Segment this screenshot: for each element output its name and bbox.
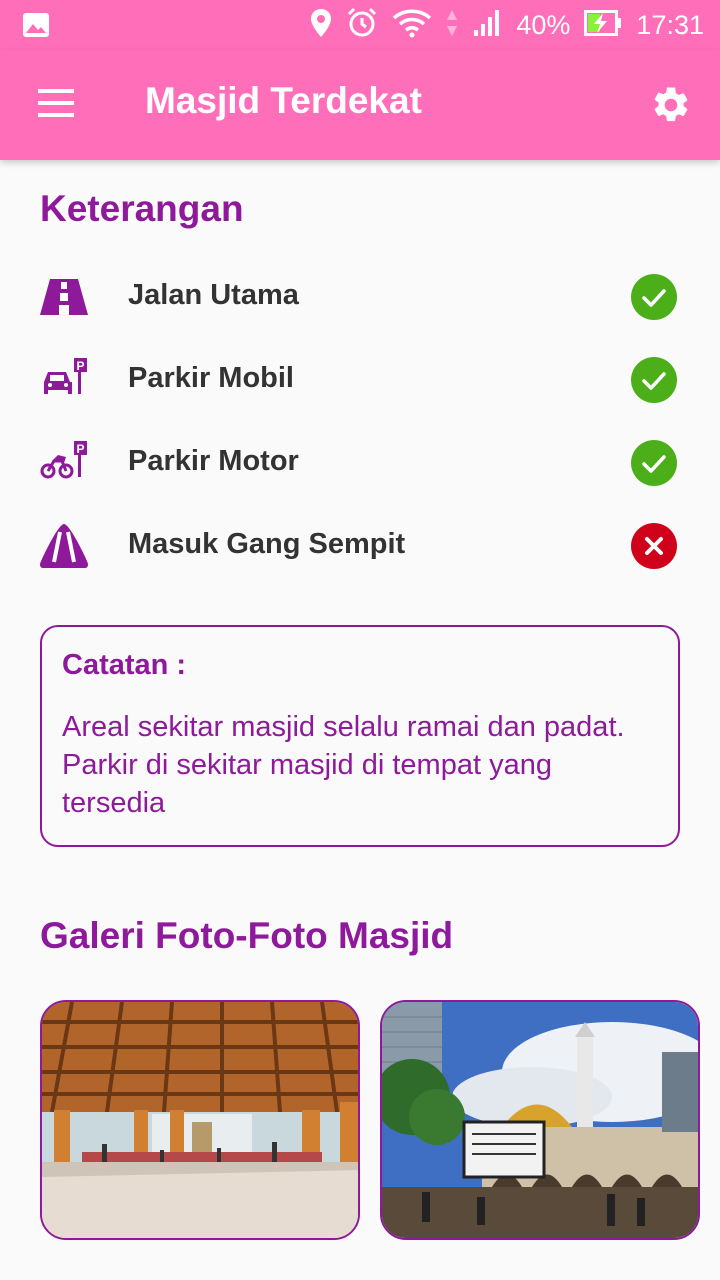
feature-row-motorcycle-parking: P Parkir Motor xyxy=(0,427,720,497)
note-title: Catatan : xyxy=(62,649,187,681)
svg-text:P: P xyxy=(76,442,84,456)
info-heading: Keterangan xyxy=(40,188,244,229)
cross-icon xyxy=(631,523,677,569)
hamburger-menu-icon[interactable] xyxy=(36,86,76,122)
mosque-exterior-photo[interactable] xyxy=(380,1000,700,1240)
narrow-road-icon xyxy=(40,522,88,570)
signal-icon xyxy=(472,8,502,43)
gallery-heading: Galeri Foto-Foto Masjid xyxy=(40,915,454,956)
main-road-icon xyxy=(40,273,88,321)
location-icon xyxy=(310,8,332,43)
check-icon xyxy=(631,357,677,403)
feature-row-main-road: Jalan Utama xyxy=(0,261,720,331)
check-icon xyxy=(631,440,677,486)
feature-label: Masuk Gang Sempit xyxy=(128,528,406,560)
status-bar: 40% 17:31 xyxy=(0,0,720,50)
app-bar: Masjid Terdekat xyxy=(0,50,720,160)
feature-label: Parkir Mobil xyxy=(128,362,294,394)
check-icon xyxy=(631,274,677,320)
content: Keterangan Jalan Utama P Parkir Mobil P … xyxy=(0,160,720,1280)
motorcycle-parking-icon: P xyxy=(40,439,88,487)
gallery-notification-icon xyxy=(22,12,50,43)
gear-icon[interactable] xyxy=(650,84,692,126)
clock: 17:31 xyxy=(636,9,704,40)
feature-label: Jalan Utama xyxy=(128,279,299,311)
alarm-icon xyxy=(346,7,378,44)
note-card: Catatan : Areal sekitar masjid selalu ra… xyxy=(40,625,680,847)
battery-percentage: 40% xyxy=(516,9,571,40)
feature-row-narrow-road: Masuk Gang Sempit xyxy=(0,510,720,580)
car-parking-icon: P xyxy=(40,356,88,404)
data-transfer-icon xyxy=(446,8,458,43)
mosque-interior-photo[interactable] xyxy=(40,1000,360,1240)
page-title: Masjid Terdekat xyxy=(145,80,422,121)
feature-row-car-parking: P Parkir Mobil xyxy=(0,344,720,414)
feature-label: Parkir Motor xyxy=(128,445,299,477)
note-text: Areal sekitar masjid selalu ramai dan pa… xyxy=(62,711,625,819)
battery-charging-icon xyxy=(584,9,622,41)
wifi-icon xyxy=(392,8,432,43)
svg-text:P: P xyxy=(76,359,84,373)
